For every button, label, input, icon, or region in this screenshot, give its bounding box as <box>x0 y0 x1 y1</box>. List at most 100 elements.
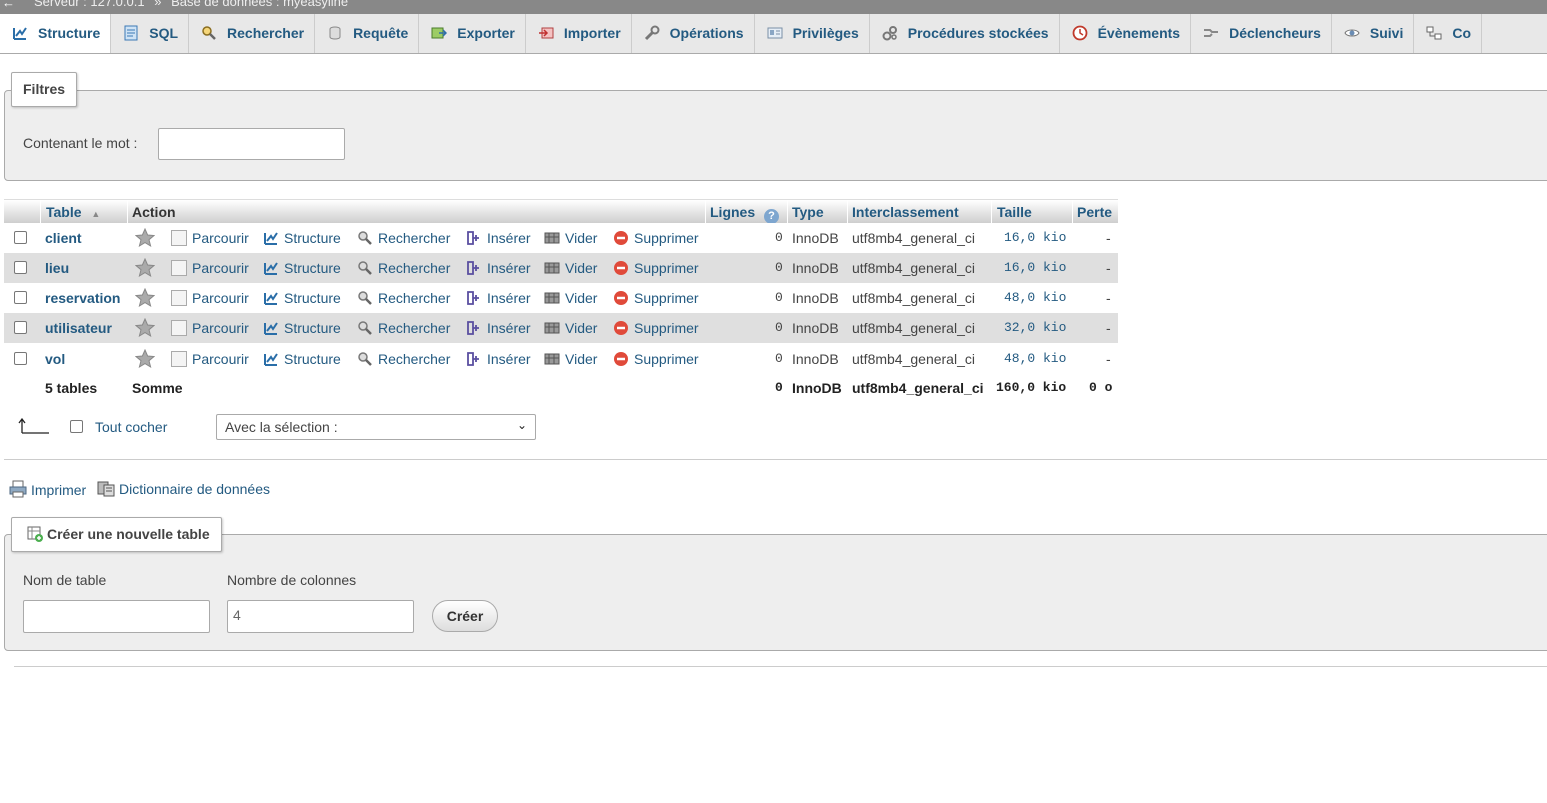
table-size-link[interactable]: 16,0 kio <box>1004 260 1066 275</box>
drop-link[interactable]: Supprimer <box>613 230 699 246</box>
check-all-label[interactable]: Tout cocher <box>95 419 167 435</box>
tab-sql[interactable]: SQL <box>111 14 190 53</box>
insert-link[interactable]: Insérer <box>466 351 531 367</box>
insert-icon <box>467 291 479 305</box>
table-name-link[interactable]: client <box>45 230 82 246</box>
drop-link[interactable]: Supprimer <box>613 351 699 367</box>
table-size-link[interactable]: 32,0 kio <box>1004 320 1066 335</box>
header-rows[interactable]: Lignes ? <box>710 204 780 224</box>
tab-import[interactable]: Importer <box>526 14 632 53</box>
search-link[interactable]: Rechercher <box>357 351 450 367</box>
structure-link[interactable]: Structure <box>263 320 341 336</box>
filter-input[interactable] <box>158 128 345 160</box>
drop-link[interactable]: Supprimer <box>613 260 699 276</box>
row-count: 0 <box>775 320 783 335</box>
drop-icon <box>614 261 628 275</box>
browse-link[interactable]: Parcourir <box>171 290 249 306</box>
column-separator <box>847 200 848 225</box>
tab-events[interactable]: Évènements <box>1060 14 1192 53</box>
table-size-link[interactable]: 48,0 kio <box>1004 290 1066 305</box>
table-name-link[interactable]: utilisateur <box>45 320 112 336</box>
favorite-star-icon[interactable] <box>134 317 156 341</box>
column-separator <box>991 200 992 225</box>
favorite-star-icon[interactable] <box>134 348 156 372</box>
empty-link[interactable]: Vider <box>544 320 597 336</box>
favorite-star-icon[interactable] <box>134 287 156 311</box>
with-selected-dropdown[interactable]: Avec la sélection : ⌄ <box>216 414 536 440</box>
insert-link[interactable]: Insérer <box>466 290 531 306</box>
tab-triggers[interactable]: Déclencheurs <box>1191 14 1332 53</box>
browse-link[interactable]: Parcourir <box>171 230 249 246</box>
eye-icon <box>1344 29 1360 37</box>
check-all-checkbox[interactable] <box>70 420 83 433</box>
table-size-link[interactable]: 48,0 kio <box>1004 351 1066 366</box>
tab-label: Procédures stockées <box>907 25 1049 41</box>
tab-structure[interactable]: Structure <box>0 14 112 53</box>
help-icon[interactable]: ? <box>764 209 780 224</box>
insert-link[interactable]: Insérer <box>466 230 531 246</box>
header-collation[interactable]: Interclassement <box>852 204 959 220</box>
table-name-input[interactable] <box>23 600 210 633</box>
drop-link[interactable]: Supprimer <box>613 290 699 306</box>
sum-label: Somme <box>132 380 183 396</box>
structure-link[interactable]: Structure <box>263 230 341 246</box>
row-checkbox[interactable] <box>14 291 27 304</box>
tab-label: Importer <box>563 25 621 41</box>
back-arrow-icon[interactable]: ← <box>2 0 16 10</box>
row-checkbox[interactable] <box>14 261 27 274</box>
breadcrumb-server[interactable]: Serveur : 127.0.0.1 <box>34 0 145 9</box>
browse-link[interactable]: Parcourir <box>171 260 249 276</box>
table-size-link[interactable]: 16,0 kio <box>1004 230 1066 245</box>
insert-icon <box>467 352 479 366</box>
tab-tracking[interactable]: Suivi <box>1332 14 1415 53</box>
structure-link[interactable]: Structure <box>263 290 341 306</box>
columns-count-input[interactable]: 4 <box>227 600 414 633</box>
search-link[interactable]: Rechercher <box>357 290 450 306</box>
tab-routines[interactable]: Procédures stockées <box>870 14 1060 53</box>
browse-icon <box>171 230 187 246</box>
collation: utf8mb4_general_ci <box>852 320 975 336</box>
browse-link[interactable]: Parcourir <box>171 351 249 367</box>
search-link[interactable]: Rechercher <box>357 320 450 336</box>
search-link[interactable]: Rechercher <box>357 260 450 276</box>
drop-link[interactable]: Supprimer <box>613 320 699 336</box>
data-dictionary-link[interactable]: Dictionnaire de données <box>97 479 270 497</box>
favorite-star-icon[interactable] <box>134 257 156 281</box>
tab-operations[interactable]: Opérations <box>632 14 755 53</box>
structure-link[interactable]: Structure <box>263 351 341 367</box>
tables-count: 5 tables <box>45 380 98 396</box>
total-engine: InnoDB <box>792 380 842 396</box>
print-link[interactable]: Imprimer <box>9 480 86 498</box>
structure-icon <box>264 262 278 275</box>
row-checkbox[interactable] <box>14 321 27 334</box>
header-size[interactable]: Taille <box>997 204 1032 220</box>
tab-export[interactable]: Exporter <box>419 14 526 53</box>
breadcrumb-database[interactable]: Base de données : myeasyline <box>171 0 348 9</box>
table-name-link[interactable]: reservation <box>45 290 120 306</box>
empty-link[interactable]: Vider <box>544 351 597 367</box>
tab-search[interactable]: Rechercher <box>189 14 316 53</box>
insert-link[interactable]: Insérer <box>466 260 531 276</box>
header-type[interactable]: Type <box>792 204 824 220</box>
search-link[interactable]: Rechercher <box>357 230 450 246</box>
empty-link[interactable]: Vider <box>544 290 597 306</box>
tab-query[interactable]: Requête <box>315 14 420 53</box>
empty-link[interactable]: Vider <box>544 230 597 246</box>
table-name-link[interactable]: lieu <box>45 260 69 276</box>
privileges-icon <box>767 27 783 39</box>
row-checkbox[interactable] <box>14 231 27 244</box>
filters-legend: Filtres <box>11 72 78 107</box>
row-checkbox[interactable] <box>14 352 27 365</box>
empty-link[interactable]: Vider <box>544 260 597 276</box>
table-name-link[interactable]: vol <box>45 351 65 367</box>
drop-icon <box>614 231 628 245</box>
tab-designer[interactable]: Co <box>1414 14 1483 53</box>
insert-link[interactable]: Insérer <box>466 320 531 336</box>
create-button[interactable]: Créer <box>432 600 498 632</box>
structure-link[interactable]: Structure <box>263 260 341 276</box>
header-table[interactable]: Table ▲ <box>46 204 100 220</box>
browse-link[interactable]: Parcourir <box>171 320 249 336</box>
tab-privileges[interactable]: Privilèges <box>755 14 870 53</box>
favorite-star-icon[interactable] <box>134 227 156 251</box>
header-overhead[interactable]: Perte <box>1077 204 1112 220</box>
